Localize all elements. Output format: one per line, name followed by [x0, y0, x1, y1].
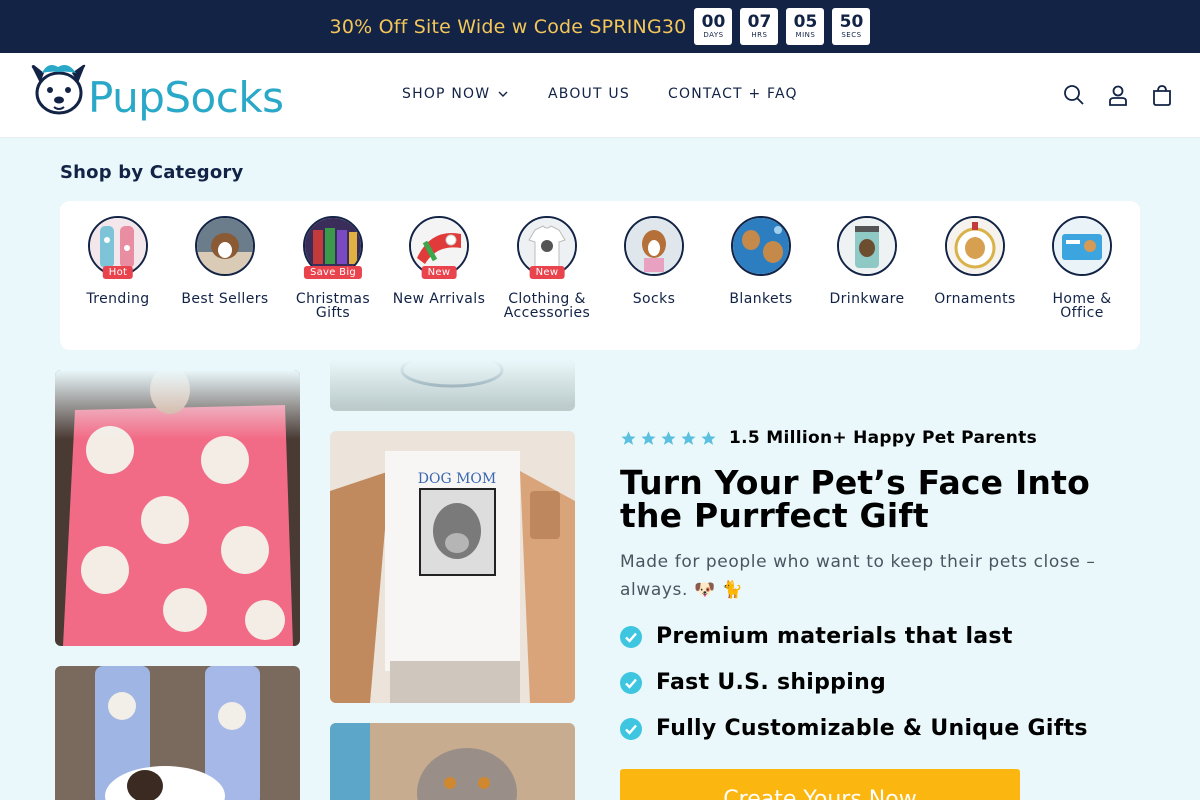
star-icon [641, 430, 656, 445]
category-clothing-accessories[interactable]: New Clothing & Accessories [492, 216, 602, 320]
feature-text: Premium materials that last [656, 624, 1013, 649]
category-best-sellers-label: Best Sellers [181, 291, 269, 307]
pupsocks-logo[interactable]: PupSocks [28, 63, 284, 129]
feature-text: Fast U.S. shipping [656, 670, 887, 695]
countdown-hours-value: 07 [747, 12, 772, 32]
category-section-title: Shop by Category [60, 162, 244, 183]
category-home-office-image [1052, 216, 1112, 276]
star-rating [620, 430, 717, 447]
category-blankets-label: Blankets [729, 291, 793, 307]
chevron-down-icon [498, 91, 508, 97]
category-socks-label: Socks [632, 291, 676, 307]
category-blankets-image [731, 216, 791, 276]
photo-top-partial [330, 360, 575, 411]
countdown-days: 00 DAYS [694, 8, 733, 45]
hero-subtitle: Made for people who want to keep their p… [620, 552, 1096, 600]
star-icon [661, 430, 676, 445]
photo-dog-mom-tshirt: DOG MOM [330, 431, 575, 703]
category-socks[interactable]: Socks [599, 216, 709, 306]
check-circle-icon [620, 671, 642, 694]
main-nav: SHOP NOW ABOUT US CONTACT + FAQ [402, 86, 798, 102]
category-best-sellers-image [195, 216, 255, 276]
countdown-secs: 50 SECS [832, 8, 871, 45]
nav-about-us-label: ABOUT US [548, 86, 630, 102]
photo-custom-socks [55, 666, 300, 800]
category-drinkware-image [837, 216, 897, 276]
account-icon[interactable] [1106, 83, 1130, 107]
category-new-arrivals-label: New Arrivals [392, 291, 486, 307]
promo-text: 30% Off Site Wide w Code SPRING30 [329, 15, 687, 38]
photo-cat [330, 723, 575, 800]
star-icon [701, 430, 716, 445]
countdown-days-value: 00 [701, 12, 726, 32]
nav-contact-faq-label: CONTACT + FAQ [668, 86, 798, 102]
feature-item: Premium materials that last [620, 624, 1013, 649]
category-trending[interactable]: Hot Trending [63, 216, 173, 306]
category-ornaments-label: Ornaments [934, 291, 1016, 307]
category-socks-image [624, 216, 684, 276]
header-actions [1062, 83, 1174, 107]
countdown-days-label: DAYS [703, 31, 724, 39]
category-best-sellers[interactable]: Best Sellers [170, 216, 280, 306]
nav-about-us[interactable]: ABOUT US [548, 86, 668, 102]
category-home-office[interactable]: Home & Office [1027, 216, 1137, 320]
badge-hot: Hot [102, 266, 134, 279]
countdown-secs-label: SECS [841, 31, 862, 39]
category-clothing-accessories-label: Clothing & Accessories [503, 291, 591, 321]
category-home-office-label: Home & Office [1052, 291, 1112, 321]
star-icon [681, 430, 696, 445]
feature-item: Fully Customizable & Unique Gifts [620, 716, 1088, 741]
announcement-bar: 30% Off Site Wide w Code SPRING30 00 DAY… [0, 0, 1200, 53]
check-circle-icon [620, 625, 642, 648]
category-panel: Hot Trending Best Sellers Save Big Chris… [60, 201, 1140, 350]
category-new-arrivals[interactable]: New New Arrivals [384, 216, 494, 306]
cart-icon[interactable] [1150, 83, 1174, 107]
category-christmas-gifts-label: Christmas Gifts [295, 291, 371, 321]
category-drinkware[interactable]: Drinkware [812, 216, 922, 306]
nav-contact-faq[interactable]: CONTACT + FAQ [668, 86, 798, 102]
countdown-mins: 05 MINS [786, 8, 825, 45]
rating-row: 1.5 Million+ Happy Pet Parents [620, 428, 1037, 448]
category-christmas-gifts[interactable]: Save Big Christmas Gifts [278, 216, 388, 320]
rating-text: 1.5 Million+ Happy Pet Parents [729, 428, 1038, 448]
tshirt-print-text: DOG MOM [418, 471, 496, 487]
badge-new-clothing: New [529, 266, 565, 279]
badge-save-big: Save Big [303, 266, 363, 279]
countdown-hours: 07 HRS [740, 8, 779, 45]
check-circle-icon [620, 717, 642, 740]
category-blankets[interactable]: Blankets [706, 216, 816, 306]
category-ornaments[interactable]: Ornaments [920, 216, 1030, 306]
site-header: PupSocks SHOP NOW ABOUT US CONTACT + FAQ [0, 53, 1200, 138]
category-trending-label: Trending [86, 291, 150, 307]
nav-shop-now-label: SHOP NOW [402, 86, 491, 102]
feature-text: Fully Customizable & Unique Gifts [656, 716, 1088, 741]
badge-new: New [421, 266, 457, 279]
countdown-mins-value: 05 [793, 12, 818, 32]
logo-wordmark: PupSocks [88, 73, 284, 122]
dog-mascot-icon [31, 64, 86, 115]
countdown-secs-value: 50 [839, 12, 864, 32]
category-ornaments-image [945, 216, 1005, 276]
countdown-mins-label: MINS [795, 31, 816, 39]
search-icon[interactable] [1062, 83, 1086, 107]
category-drinkware-label: Drinkware [829, 291, 905, 307]
photo-pink-blanket [55, 370, 300, 646]
countdown-hours-label: HRS [751, 31, 768, 39]
nav-shop-now[interactable]: SHOP NOW [402, 86, 548, 102]
feature-item: Fast U.S. shipping [620, 670, 886, 695]
hero-title: Turn Your Pet’s Face Into the Purrfect G… [620, 463, 1090, 535]
create-yours-button[interactable]: Create Yours Now [620, 769, 1020, 800]
star-icon [621, 430, 636, 445]
